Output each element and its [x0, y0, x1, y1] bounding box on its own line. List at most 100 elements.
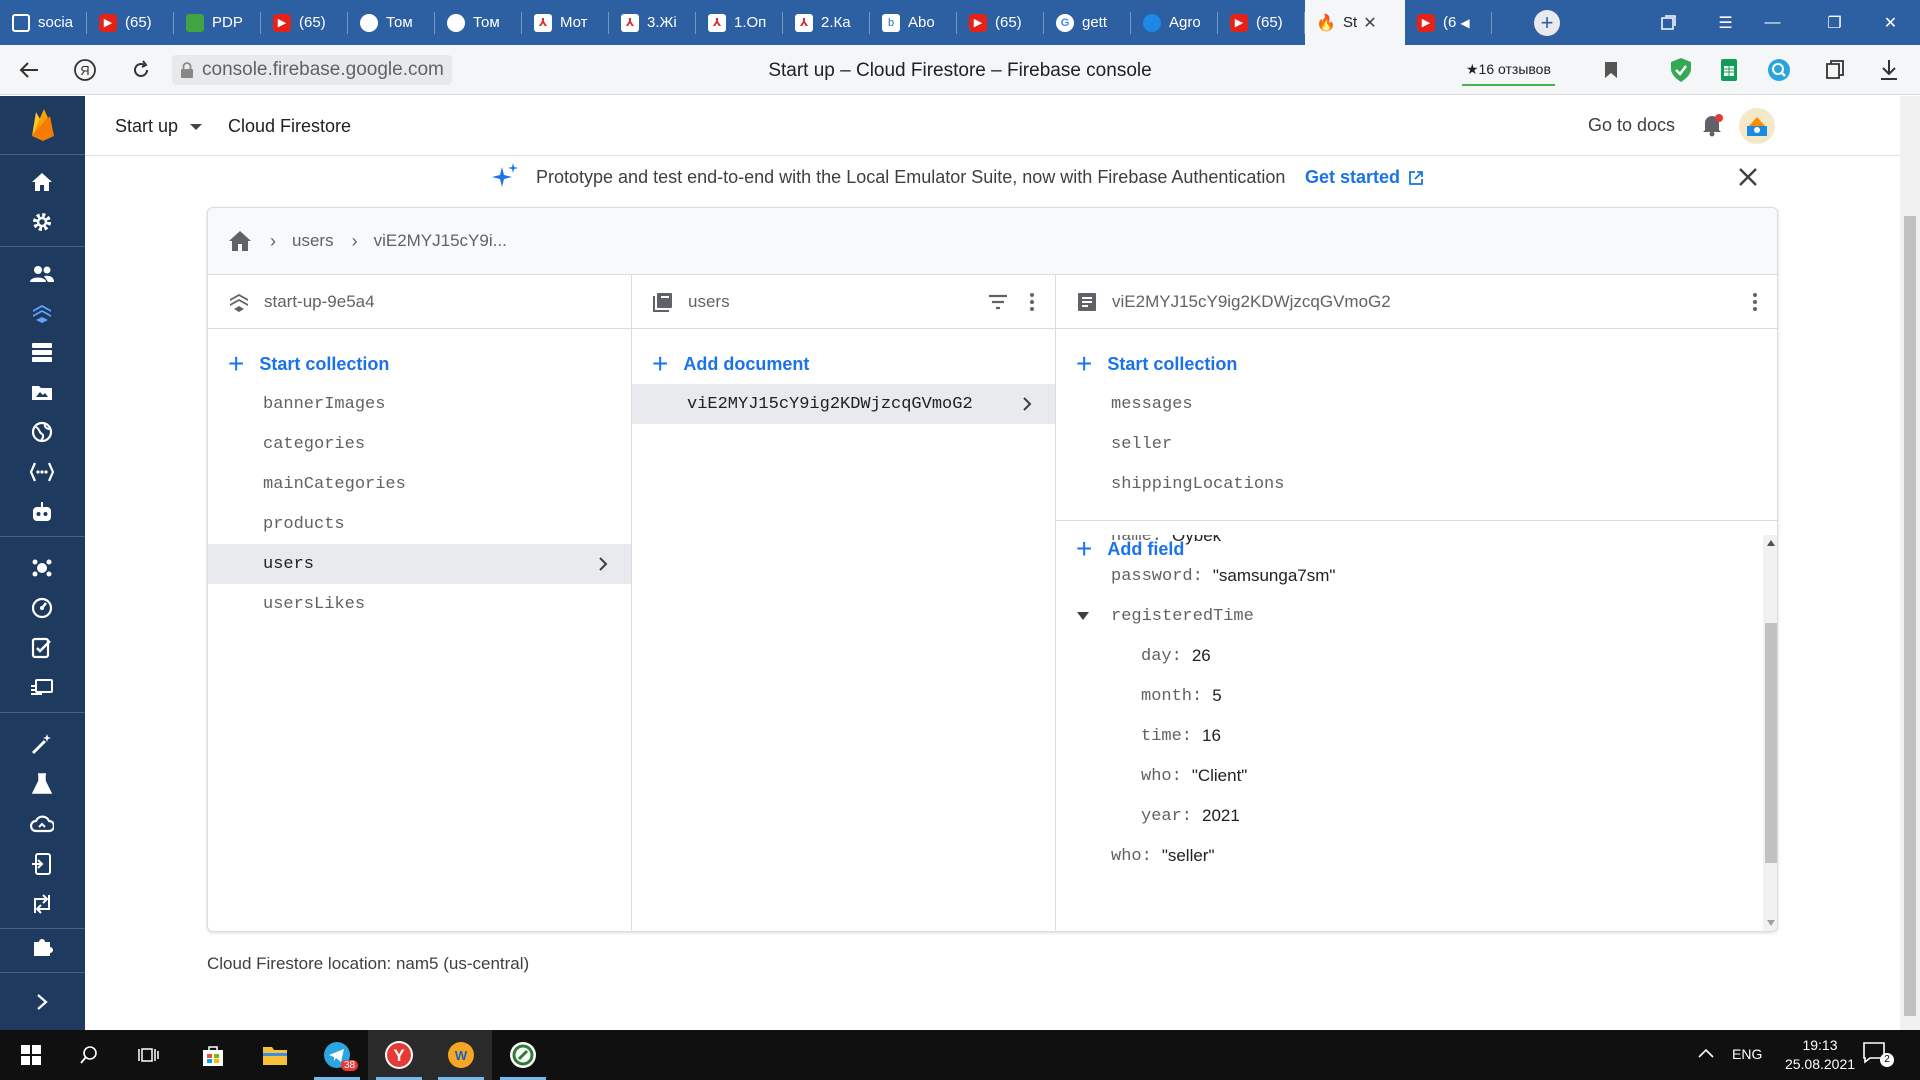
project-selector[interactable]: Start up [115, 116, 203, 137]
task-view-icon[interactable] [118, 1030, 180, 1080]
tab[interactable]: b Abo [870, 0, 957, 45]
dynamic-links-icon[interactable] [28, 890, 56, 918]
collections-icon[interactable] [1822, 57, 1848, 83]
tab[interactable]: PDP [174, 0, 261, 45]
tab-active[interactable]: 🔥 St ✕ [1305, 0, 1405, 45]
firebase-logo-icon[interactable] [0, 96, 85, 154]
home-icon[interactable] [28, 168, 56, 196]
extensions-puzzle-icon[interactable] [28, 932, 56, 960]
telegram-taskbar-icon[interactable]: 38 [306, 1030, 368, 1080]
app-distribution-icon[interactable] [28, 674, 56, 702]
breadcrumb-item[interactable]: viE2MYJ15cY9i... [374, 231, 507, 251]
expand-triangle-icon[interactable] [1076, 611, 1090, 621]
notifications-bell-icon[interactable] [1699, 112, 1725, 138]
tab[interactable]: socia [0, 0, 87, 45]
more-vert-icon[interactable] [1020, 290, 1044, 314]
filter-icon[interactable] [986, 290, 1010, 314]
tab[interactable]: ▶ (65) [87, 0, 174, 45]
scrollbar-thumb[interactable] [1904, 216, 1916, 1016]
tab[interactable]: ▶ (65) [261, 0, 348, 45]
scrollbar-thumb[interactable] [1765, 623, 1777, 863]
firestore-icon[interactable] [28, 298, 56, 326]
tab[interactable]: Ggett [1044, 0, 1131, 45]
windows-start-icon[interactable] [0, 1030, 62, 1080]
home-icon[interactable] [228, 229, 252, 253]
document-item-selected[interactable]: viE2MYJ15cY9ig2KDWjzcqGVmoG2 [632, 384, 1055, 424]
scroll-down-arrow-icon[interactable] [1766, 919, 1776, 927]
tab[interactable]: Том [435, 0, 522, 45]
realtime-database-icon[interactable] [28, 338, 56, 366]
tab[interactable]: Том [348, 0, 435, 45]
collection-item-selected[interactable]: users [208, 544, 631, 584]
input-language[interactable]: ENG [1732, 1046, 1762, 1062]
user-avatar[interactable] [1739, 108, 1775, 144]
tab[interactable]: ⅄ Мот [522, 0, 609, 45]
field-row[interactable]: password: "samsunga7sm" [1111, 561, 1335, 591]
functions-icon[interactable] [28, 458, 56, 486]
field-row[interactable]: day: 26 [1141, 641, 1211, 671]
minimize-icon[interactable]: — [1750, 0, 1795, 45]
breadcrumb-item[interactable]: users [292, 231, 334, 251]
tab[interactable]: ▶ (65) [957, 0, 1044, 45]
hosting-globe-icon[interactable] [28, 418, 56, 446]
in-app-messaging-icon[interactable] [28, 850, 56, 878]
search-extension-icon[interactable] [1766, 57, 1792, 83]
field-row[interactable]: month: 5 [1141, 681, 1222, 711]
word-taskbar-icon[interactable]: W [430, 1030, 492, 1080]
sheets-extension-icon[interactable] [1716, 57, 1742, 83]
tab[interactable]: ▶ (65) [1218, 0, 1305, 45]
new-tab-button[interactable]: + [1534, 9, 1560, 36]
clock[interactable]: 19:13 25.08.2021 [1770, 1036, 1870, 1074]
close-banner-icon[interactable] [1735, 164, 1761, 190]
app-taskbar-icon[interactable] [492, 1030, 554, 1080]
close-window-icon[interactable]: ✕ [1868, 0, 1913, 45]
add-document-button[interactable]: + Add document [652, 349, 809, 379]
subcollection-item[interactable]: messages [1056, 384, 1777, 424]
expand-nav-chevron-icon[interactable] [28, 988, 56, 1016]
field-row[interactable]: who: "Client" [1141, 761, 1247, 791]
more-vert-icon[interactable] [1743, 290, 1767, 314]
tab[interactable]: ⅄ 1.Оп [696, 0, 783, 45]
restore-icon[interactable]: ❐ [1812, 0, 1857, 45]
download-icon[interactable] [1876, 57, 1902, 83]
subcollection-item[interactable]: shippingLocations [1056, 464, 1777, 504]
page-scrollbar[interactable] [1900, 96, 1920, 1030]
field-row[interactable]: year: 2021 [1141, 801, 1240, 831]
menu-icon[interactable]: ☰ [1703, 0, 1748, 45]
settings-gear-icon[interactable] [28, 208, 56, 236]
authentication-users-icon[interactable] [28, 260, 56, 288]
map-field-row[interactable]: registeredTime [1076, 601, 1254, 631]
field-row[interactable]: name: Oybek [1111, 535, 1221, 551]
start-subcollection-button[interactable]: + Start collection [1076, 349, 1237, 379]
ab-testing-flask-icon[interactable] [28, 770, 56, 798]
reviews-badge[interactable]: ★16 отзывов [1462, 54, 1555, 86]
collection-item[interactable]: bannerImages [208, 384, 631, 424]
cloud-messaging-icon[interactable] [28, 810, 56, 838]
bookmark-icon[interactable] [1598, 57, 1624, 83]
ml-robot-icon[interactable] [28, 498, 56, 526]
shield-icon[interactable] [1668, 57, 1694, 83]
subcollection-item[interactable]: seller [1056, 424, 1777, 464]
start-collection-button[interactable]: + Start collection [228, 349, 389, 379]
performance-icon[interactable] [28, 594, 56, 622]
crashlytics-icon[interactable] [28, 554, 56, 582]
field-row[interactable]: time: 16 [1141, 721, 1221, 751]
fields-list[interactable]: name: Oybek password: "samsunga7sm" regi… [1056, 535, 1777, 931]
tab[interactable]: ⅄ 3.Жі [609, 0, 696, 45]
predictions-wand-icon[interactable] [28, 730, 56, 758]
collection-item[interactable]: usersLikes [208, 584, 631, 624]
collection-item[interactable]: products [208, 504, 631, 544]
show-hidden-icons-icon[interactable] [1696, 1044, 1716, 1064]
close-tab-icon[interactable]: ✕ [1363, 13, 1376, 33]
storage-icon[interactable] [28, 378, 56, 406]
file-explorer-icon[interactable] [244, 1030, 306, 1080]
tab[interactable]: Agro [1131, 0, 1218, 45]
get-started-link[interactable]: Get started [1305, 167, 1424, 188]
collection-item[interactable]: categories [208, 424, 631, 464]
search-icon[interactable] [58, 1030, 120, 1080]
store-icon[interactable] [182, 1030, 244, 1080]
field-row[interactable]: who: "seller" [1111, 841, 1215, 871]
action-center-icon[interactable]: 2 [1862, 1041, 1894, 1069]
collection-item[interactable]: mainCategories [208, 464, 631, 504]
tab[interactable]: ▶ (6 ◀ [1405, 0, 1492, 45]
